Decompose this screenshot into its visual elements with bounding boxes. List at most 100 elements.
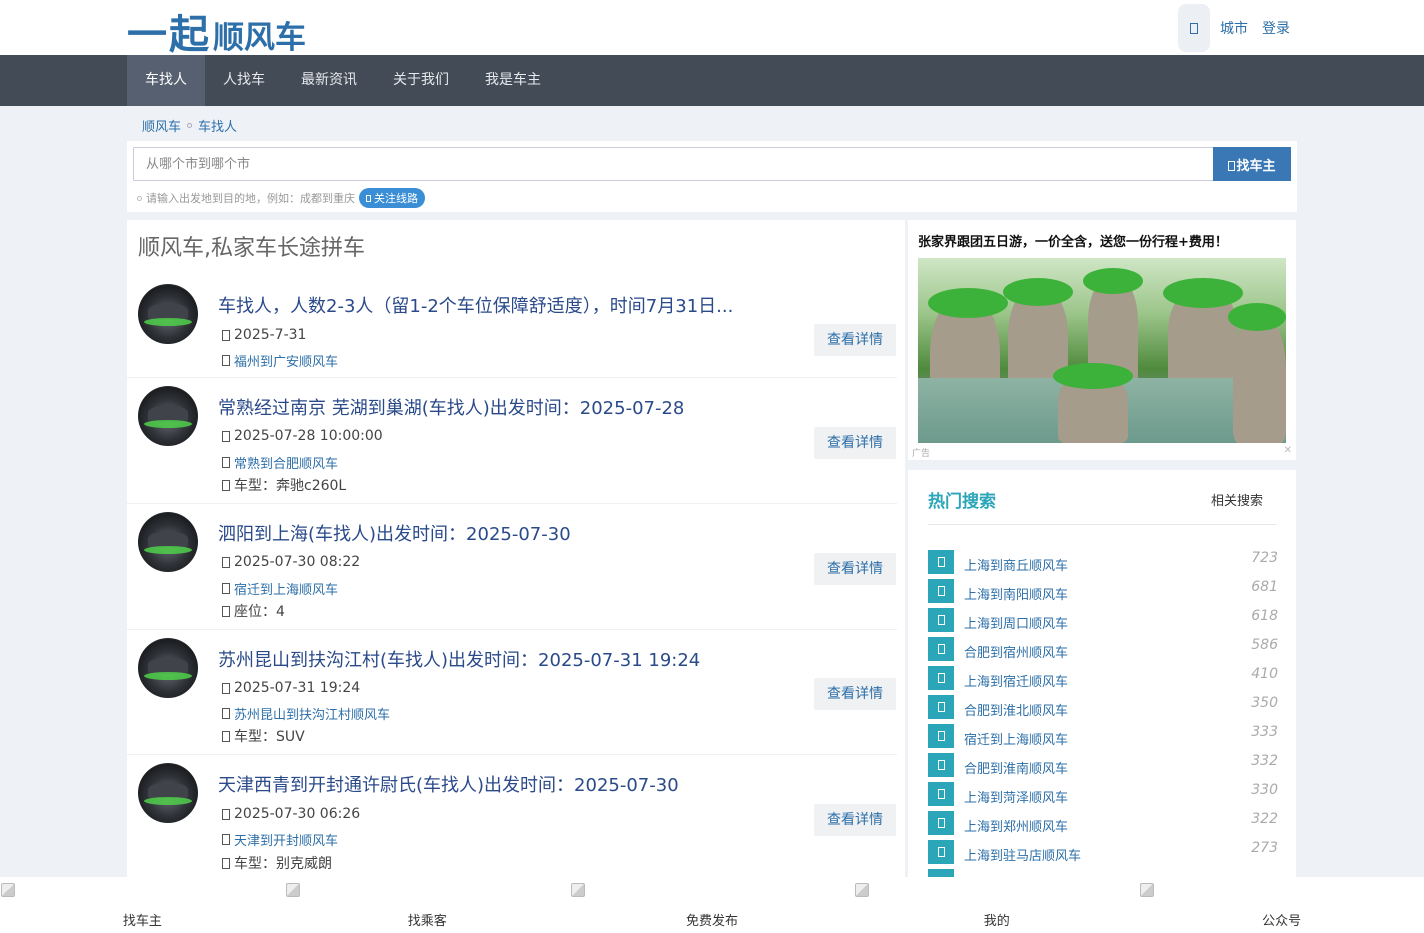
tab-mine[interactable]: 我的 xyxy=(854,877,1139,933)
map-marker-icon xyxy=(222,708,230,719)
hot-search-item[interactable]: 上海到郑州顺风车 322 xyxy=(928,811,1278,837)
post-title[interactable]: 常熟经过南京 芜湖到巢湖(车找人)出发时间：2025-07-28 xyxy=(218,394,684,420)
post-route[interactable]: 常熟到合肥顺风车 xyxy=(222,453,338,472)
post-extra-text: 座位：4 xyxy=(234,604,285,620)
hot-search-text: 上海到宿迁顺风车 xyxy=(964,675,1069,690)
hot-search-item[interactable]: 上海到南阳顺风车 681 xyxy=(928,579,1278,605)
post-route[interactable]: 天津到开封顺风车 xyxy=(222,830,338,849)
nav-item-car-seeks-passenger[interactable]: 车找人 xyxy=(127,55,205,106)
hot-search-count: 273 xyxy=(1251,840,1278,856)
tab-official-account[interactable]: 公众号 xyxy=(1139,877,1424,933)
tab-label: 找乘客 xyxy=(407,914,447,929)
hot-search-title[interactable]: 热门搜索 xyxy=(928,487,996,512)
route-icon xyxy=(928,550,954,574)
related-search-tab[interactable]: 相关搜索 xyxy=(1211,490,1263,509)
view-details-button[interactable]: 查看详情 xyxy=(814,553,896,585)
post-extra: 车型：别克威朗 xyxy=(222,853,332,873)
post-title[interactable]: 天津西青到开封通许尉氏(车找人)出发时间：2025-07-30 xyxy=(218,771,679,797)
view-details-button[interactable]: 查看详情 xyxy=(814,324,896,356)
tab-find-passenger[interactable]: 找乘客 xyxy=(285,877,570,933)
post-title[interactable]: 车找人，人数2-3人（留1-2个车位保障舒适度），时间7月31日... xyxy=(218,292,733,318)
view-details-button[interactable]: 查看详情 xyxy=(814,804,896,836)
post-route[interactable]: 福州到广安顺风车 xyxy=(222,351,338,370)
broken-image-icon xyxy=(855,883,870,897)
hot-search-item[interactable]: 宿迁到上海顺风车 333 xyxy=(928,724,1278,750)
ad-image[interactable] xyxy=(918,258,1286,443)
breadcrumb-home[interactable]: 顺风车 xyxy=(142,116,181,135)
route-icon xyxy=(928,811,954,835)
avatar[interactable] xyxy=(138,763,198,823)
list-item: 常熟经过南京 芜湖到巢湖(车找人)出发时间：2025-07-28 2025-07… xyxy=(127,378,897,504)
hot-search-count: 723 xyxy=(1251,550,1278,566)
hot-search-count: 586 xyxy=(1251,637,1278,653)
route-icon xyxy=(928,724,954,748)
post-route[interactable]: 宿迁到上海顺风车 xyxy=(222,579,338,598)
nav-item-passenger-seeks-car[interactable]: 人找车 xyxy=(205,55,283,106)
ad-box: 张家界跟团五日游，一价全含，送您一份行程+费用！ 广告 ✕ xyxy=(908,220,1296,460)
hot-search-text: 合肥到淮南顺风车 xyxy=(964,762,1069,777)
hot-search-count: 618 xyxy=(1251,608,1278,624)
follow-route-button[interactable]: 关注线路 xyxy=(359,188,425,208)
search-icon xyxy=(1228,161,1236,171)
avatar[interactable] xyxy=(138,284,198,344)
tab-publish[interactable]: 免费发布 xyxy=(570,877,855,933)
hot-search-item[interactable]: 上海到商丘顺风车 723 xyxy=(928,550,1278,576)
follow-route-label: 关注线路 xyxy=(374,192,418,205)
route-icon xyxy=(928,608,954,632)
nav-item-news[interactable]: 最新资讯 xyxy=(283,55,375,106)
post-title[interactable]: 泗阳到上海(车找人)出发时间：2025-07-30 xyxy=(218,520,571,546)
hot-search-item[interactable]: 上海到周口顺风车 618 xyxy=(928,608,1278,634)
breadcrumb-current[interactable]: 车找人 xyxy=(198,116,237,135)
ad-title[interactable]: 张家界跟团五日游，一价全含，送您一份行程+费用！ xyxy=(918,231,1228,250)
city-link[interactable]: 城市 xyxy=(1216,18,1252,38)
clock-icon xyxy=(222,682,230,694)
ad-moss-shape xyxy=(1003,278,1073,306)
post-time: 2025-07-30 06:26 xyxy=(222,806,360,822)
hot-search-count: 333 xyxy=(1251,724,1278,740)
hot-search-item[interactable]: 合肥到淮南顺风车 332 xyxy=(928,753,1278,779)
view-details-button[interactable]: 查看详情 xyxy=(814,678,896,710)
clock-icon xyxy=(222,808,230,820)
avatar[interactable] xyxy=(138,638,198,698)
avatar[interactable] xyxy=(138,386,198,446)
nav-item-driver[interactable]: 我是车主 xyxy=(467,55,559,106)
hot-search-item[interactable]: 合肥到淮北顺风车 350 xyxy=(928,695,1278,721)
route-icon xyxy=(928,695,954,719)
post-time-text: 2025-07-28 10:00:00 xyxy=(234,428,383,444)
list-item: 苏州昆山到扶沟江村(车找人)出发时间：2025-07-31 19:24 2025… xyxy=(127,630,897,755)
tab-label: 免费发布 xyxy=(685,914,738,929)
route-search-input[interactable] xyxy=(133,147,1214,181)
hot-search-item[interactable]: 上海到驻马店顺风车 273 xyxy=(928,840,1278,866)
tab-find-driver[interactable]: 找车主 xyxy=(0,877,285,933)
hot-search-text: 上海到菏泽顺风车 xyxy=(964,791,1069,806)
nav-item-about[interactable]: 关于我们 xyxy=(375,55,467,106)
ad-moss-shape xyxy=(1163,278,1243,308)
hot-search-item[interactable]: 上海到宿迁顺风车 410 xyxy=(928,666,1278,692)
tab-label: 公众号 xyxy=(1262,914,1302,929)
map-marker-icon xyxy=(222,834,230,845)
hot-search-item[interactable]: 合肥到宿州顺风车 586 xyxy=(928,637,1278,663)
post-route[interactable]: 苏州昆山到扶沟江村顺风车 xyxy=(222,704,390,723)
broken-image-icon xyxy=(570,883,585,897)
site-logo[interactable]: 一起 顺风车 xyxy=(127,2,306,60)
search-hint-text: 请输入出发地到目的地，例如：成都到重庆 xyxy=(146,192,355,205)
hot-search-item[interactable]: 上海到菏泽顺风车 330 xyxy=(928,782,1278,808)
ride-list: 顺风车,私家车长途拼车 车找人，人数2-3人（留1-2个车位保障舒适度），时间7… xyxy=(127,220,905,880)
search-icon xyxy=(1190,22,1198,34)
find-driver-button[interactable]: 找车主 xyxy=(1213,147,1291,181)
hot-search-count: 322 xyxy=(1251,811,1278,827)
post-time: 2025-07-31 19:24 xyxy=(222,680,360,696)
avatar[interactable] xyxy=(138,512,198,572)
car-icon xyxy=(222,857,230,869)
hot-search-text: 合肥到宿州顺风车 xyxy=(964,646,1069,661)
hot-search-panel: 热门搜索 相关搜索 上海到商丘顺风车 723 上海到南阳顺风车 681 上海到周口顺… xyxy=(908,470,1296,880)
view-details-button[interactable]: 查看详情 xyxy=(814,427,896,459)
ad-close-icon[interactable]: ✕ xyxy=(1284,445,1292,456)
car-icon xyxy=(222,479,230,491)
login-link[interactable]: 登录 xyxy=(1258,18,1294,38)
post-extra: 座位：4 xyxy=(222,601,285,621)
post-title[interactable]: 苏州昆山到扶沟江村(车找人)出发时间：2025-07-31 19:24 xyxy=(218,646,700,672)
search-icon-button[interactable] xyxy=(1178,4,1210,52)
post-extra-text: 车型：SUV xyxy=(234,729,305,745)
map-marker-icon xyxy=(222,355,230,366)
